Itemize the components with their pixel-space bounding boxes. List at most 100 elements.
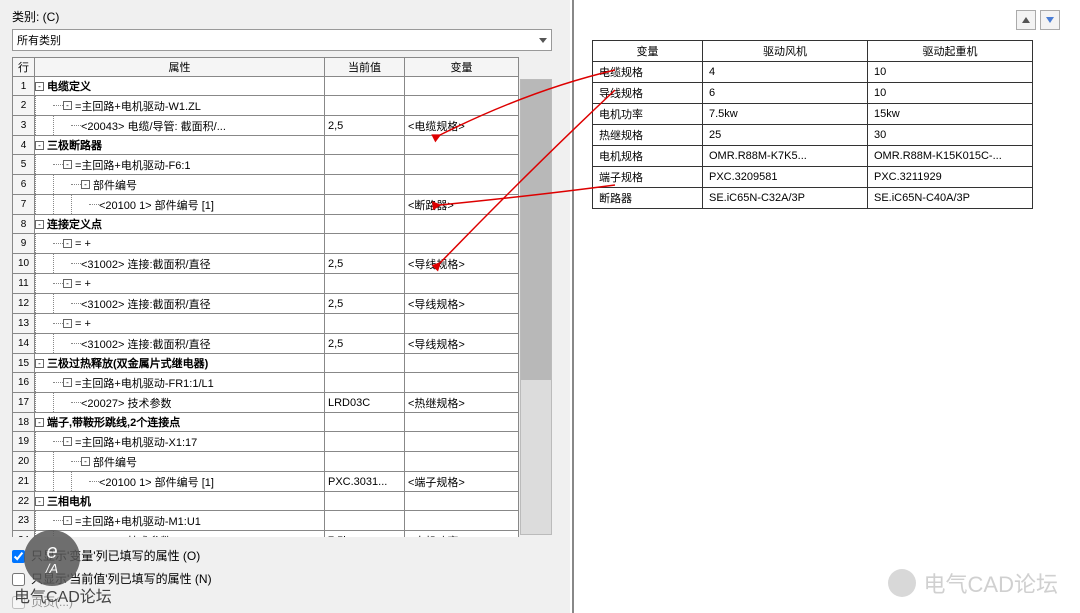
attr-cell[interactable]: <20027> 技术参数	[35, 531, 325, 538]
var-cell[interactable]	[405, 432, 519, 452]
category-select[interactable]: 所有类别	[12, 29, 552, 51]
current-cell[interactable]	[325, 274, 405, 294]
table-row[interactable]: 5-=主回路+电机驱动-F6:1	[13, 155, 519, 175]
var-cell[interactable]: <导线规格>	[405, 294, 519, 314]
var-cell[interactable]	[405, 511, 519, 531]
dt-cell[interactable]: 电机功率	[593, 104, 703, 125]
var-cell[interactable]: <导线规格>	[405, 254, 519, 274]
var-cell[interactable]	[405, 452, 519, 472]
dt-cell[interactable]: OMR.R88M-K7K5...	[703, 146, 868, 167]
dt-row[interactable]: 导线规格610	[593, 83, 1033, 104]
attr-cell[interactable]: -= +	[35, 234, 325, 254]
current-cell[interactable]: 2,5	[325, 334, 405, 354]
attr-cell[interactable]: -= +	[35, 314, 325, 334]
dt-cell[interactable]: OMR.R88M-K15K015C-...	[868, 146, 1033, 167]
attr-cell[interactable]: -部件编号	[35, 175, 325, 195]
attr-cell[interactable]: <20100 1> 部件编号 [1]	[35, 195, 325, 215]
var-cell[interactable]: <断路器>	[405, 195, 519, 215]
table-row[interactable]: 7<20100 1> 部件编号 [1]<断路器>	[13, 195, 519, 215]
var-cell[interactable]	[405, 274, 519, 294]
table-row[interactable]: 11-= +	[13, 274, 519, 294]
scroll-thumb[interactable]	[521, 80, 551, 380]
attr-cell[interactable]: -部件编号	[35, 452, 325, 472]
dt-cell[interactable]: 断路器	[593, 188, 703, 209]
table-row[interactable]: 17<20027> 技术参数LRD03C<热继规格>	[13, 393, 519, 413]
current-cell[interactable]	[325, 413, 405, 432]
tree-toggle[interactable]: -	[35, 141, 44, 150]
var-cell[interactable]	[405, 314, 519, 334]
dt-cell[interactable]: 电机规格	[593, 146, 703, 167]
dt-cell[interactable]: 10	[868, 62, 1033, 83]
nav-up-button[interactable]	[1016, 10, 1036, 30]
dt-cell[interactable]: PXC.3209581	[703, 167, 868, 188]
current-cell[interactable]	[325, 175, 405, 195]
dt-cell[interactable]: 7.5kw	[703, 104, 868, 125]
current-cell[interactable]	[325, 492, 405, 511]
current-cell[interactable]	[325, 155, 405, 175]
attr-cell[interactable]: <20043> 电缆/导管: 截面积/...	[35, 116, 325, 136]
var-cell[interactable]	[405, 96, 519, 116]
dt-cell[interactable]: 热继规格	[593, 125, 703, 146]
tree-toggle[interactable]: -	[63, 319, 72, 328]
table-row[interactable]: 12<31002> 连接:截面积/直径2,5<导线规格>	[13, 294, 519, 314]
attr-cell[interactable]: -=主回路+电机驱动-X1:17	[35, 432, 325, 452]
attr-cell[interactable]: -= +	[35, 274, 325, 294]
var-cell[interactable]	[405, 155, 519, 175]
table-row[interactable]: 2-=主回路+电机驱动-W1.ZL	[13, 96, 519, 116]
table-row[interactable]: 20-部件编号	[13, 452, 519, 472]
attr-cell[interactable]: -=主回路+电机驱动-M1:U1	[35, 511, 325, 531]
table-row[interactable]: 6-部件编号	[13, 175, 519, 195]
table-row[interactable]: 10<31002> 连接:截面积/直径2,5<导线规格>	[13, 254, 519, 274]
dt-row[interactable]: 电缆规格410	[593, 62, 1033, 83]
dt-cell[interactable]: 4	[703, 62, 868, 83]
dt-row[interactable]: 电机功率7.5kw15kw	[593, 104, 1033, 125]
attr-cell[interactable]: -三相电机	[35, 492, 325, 511]
var-cell[interactable]	[405, 215, 519, 234]
attr-cell[interactable]: <20100 1> 部件编号 [1]	[35, 472, 325, 492]
table-row[interactable]: 16-=主回路+电机驱动-FR1:1/L1	[13, 373, 519, 393]
tree-toggle[interactable]: -	[81, 180, 90, 189]
attr-cell[interactable]: -=主回路+电机驱动-W1.ZL	[35, 96, 325, 116]
tree-toggle[interactable]: -	[63, 279, 72, 288]
var-cell[interactable]: <电机功率>	[405, 531, 519, 538]
table-row[interactable]: 19-=主回路+电机驱动-X1:17	[13, 432, 519, 452]
current-cell[interactable]	[325, 452, 405, 472]
current-cell[interactable]	[325, 77, 405, 96]
var-cell[interactable]	[405, 136, 519, 155]
tree-toggle[interactable]: -	[81, 457, 90, 466]
nav-down-button[interactable]	[1040, 10, 1060, 30]
var-cell[interactable]: <导线规格>	[405, 334, 519, 354]
attr-cell[interactable]: <31002> 连接:截面积/直径	[35, 334, 325, 354]
attr-cell[interactable]: -=主回路+电机驱动-FR1:1/L1	[35, 373, 325, 393]
dt-cell[interactable]: 6	[703, 83, 868, 104]
tree-toggle[interactable]: -	[63, 160, 72, 169]
table-row[interactable]: 9-= +	[13, 234, 519, 254]
table-row[interactable]: 4-三极断路器	[13, 136, 519, 155]
table-row[interactable]: 13-= +	[13, 314, 519, 334]
current-cell[interactable]: 7.5kw	[325, 531, 405, 538]
dt-cell[interactable]: 电缆规格	[593, 62, 703, 83]
current-cell[interactable]: 2,5	[325, 116, 405, 136]
var-cell[interactable]	[405, 175, 519, 195]
tree-toggle[interactable]: -	[35, 220, 44, 229]
current-cell[interactable]	[325, 96, 405, 116]
property-grid[interactable]: 行 属性 当前值 变量 1-电缆定义2-=主回路+电机驱动-W1.ZL3<200…	[12, 57, 519, 537]
current-cell[interactable]	[325, 215, 405, 234]
dt-cell[interactable]: SE.iC65N-C40A/3P	[868, 188, 1033, 209]
attr-cell[interactable]: <31002> 连接:截面积/直径	[35, 254, 325, 274]
table-row[interactable]: 15-三极过热释放(双金属片式继电器)	[13, 354, 519, 373]
attr-cell[interactable]: -电缆定义	[35, 77, 325, 96]
table-row[interactable]: 23-=主回路+电机驱动-M1:U1	[13, 511, 519, 531]
dt-cell[interactable]: SE.iC65N-C32A/3P	[703, 188, 868, 209]
tree-toggle[interactable]: -	[63, 239, 72, 248]
var-cell[interactable]	[405, 373, 519, 393]
table-row[interactable]: 14<31002> 连接:截面积/直径2,5<导线规格>	[13, 334, 519, 354]
tree-toggle[interactable]: -	[35, 497, 44, 506]
var-cell[interactable]	[405, 492, 519, 511]
current-cell[interactable]: PXC.3031...	[325, 472, 405, 492]
dt-cell[interactable]: 30	[868, 125, 1033, 146]
dt-cell[interactable]: 15kw	[868, 104, 1033, 125]
var-cell[interactable]: <端子规格>	[405, 472, 519, 492]
table-row[interactable]: 1-电缆定义	[13, 77, 519, 96]
var-cell[interactable]: <热继规格>	[405, 393, 519, 413]
